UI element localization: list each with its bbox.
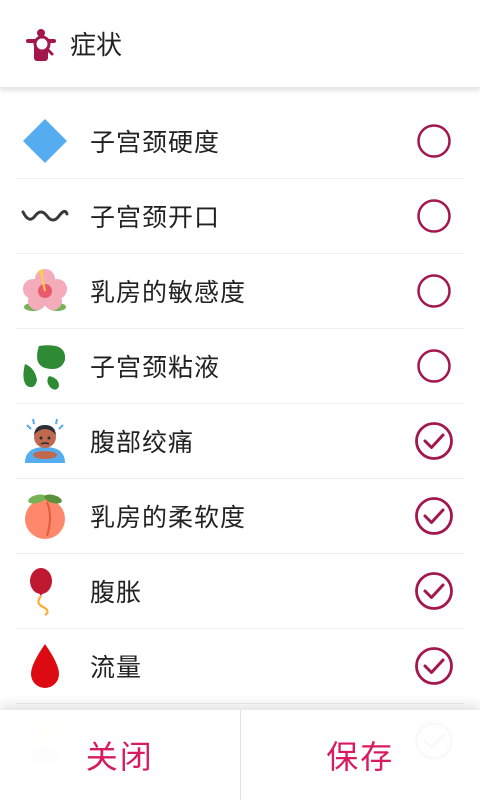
person-in-pain-icon [16,412,74,470]
symptom-search-icon [22,25,60,63]
symptom-row-cervix-opening[interactable]: 子宫颈开口 [16,179,464,254]
unchecked-circle-icon[interactable] [414,346,454,386]
checked-circle-icon[interactable] [414,496,454,536]
save-button[interactable]: 保存 [241,710,480,800]
balloon-icon [16,562,74,620]
unchecked-circle-icon[interactable] [414,121,454,161]
checked-circle-icon[interactable] [414,421,454,461]
blue-diamond-icon [16,112,74,170]
wavy-line-icon [16,187,74,245]
footer-bar: 关闭 保存 [0,710,480,800]
symptom-label: 乳房的柔软度 [90,503,247,532]
page-title: 症状 [70,31,123,61]
symptom-label: 乳房的敏感度 [90,278,247,307]
hibiscus-icon [16,262,74,320]
checked-circle-icon[interactable] [414,571,454,611]
symptom-row-bloating[interactable]: 腹胀 [16,554,464,629]
droplets-icon [16,337,74,395]
symptom-row-breast-sensitivity[interactable]: 乳房的敏感度 [16,254,464,329]
symptom-row-cervix-firmness[interactable]: 子宫颈硬度 [16,104,464,179]
symptom-row-flow[interactable]: 流量 [16,629,464,704]
symptom-label: 腹部绞痛 [90,428,195,457]
checked-circle-icon[interactable] [414,646,454,686]
symptom-row-cervical-mucus[interactable]: 子宫颈粘液 [16,329,464,404]
unchecked-circle-icon[interactable] [414,196,454,236]
app-header: 症状 [0,0,480,88]
symptom-label: 子宫颈开口 [90,203,221,232]
symptom-row-breast-tenderness[interactable]: 乳房的柔软度 [16,479,464,554]
symptom-label: 流量 [90,653,143,682]
peach-icon [16,487,74,545]
unchecked-circle-icon[interactable] [414,271,454,311]
symptom-label: 子宫颈粘液 [90,353,221,382]
blood-drop-icon [16,637,74,695]
symptom-label: 子宫颈硬度 [90,128,221,157]
symptom-list: 子宫颈硬度 子宫颈开口 乳房的敏感度 子宫颈粘液 腹部绞痛 乳房的柔软度 腹胀 … [0,104,480,779]
close-button[interactable]: 关闭 [0,710,240,800]
symptom-label: 腹胀 [90,578,143,607]
symptom-row-abdominal-cramps[interactable]: 腹部绞痛 [16,404,464,479]
